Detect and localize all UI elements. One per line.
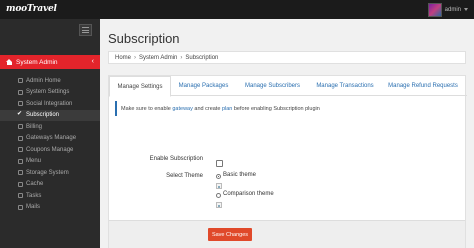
tag-icon: [18, 147, 23, 153]
form-actions: Save Changes: [109, 220, 465, 248]
breadcrumb-current: Subscription: [185, 54, 219, 61]
sidebar-item-label: Menu: [26, 158, 42, 165]
breadcrumb-home[interactable]: Home: [115, 55, 131, 61]
sidebar-item-social-integration[interactable]: Social Integration: [0, 98, 100, 110]
tab-manage-packages[interactable]: Manage Packages: [171, 76, 236, 96]
sidebar-item-system-settings[interactable]: System Settings: [0, 87, 100, 99]
theme-option-comparison: Comparison theme: [223, 191, 274, 197]
tab-manage-subscribers[interactable]: Manage Subscribers: [236, 76, 309, 96]
top-bar: mooTravel admin: [0, 0, 474, 19]
basic-theme-image-icon: [216, 183, 222, 189]
sidebar-menu: Admin Home System Settings Social Integr…: [0, 75, 100, 213]
username[interactable]: admin: [445, 7, 461, 13]
sidebar-item-label: Mails: [26, 204, 41, 211]
sidebar-item-tasks[interactable]: Tasks: [0, 190, 100, 202]
sidebar-item-cache[interactable]: Cache: [0, 179, 100, 191]
chevron-right-icon: ›: [180, 54, 183, 61]
enable-subscription-checkbox[interactable]: [216, 160, 223, 167]
user-menu[interactable]: admin: [427, 2, 468, 17]
enable-subscription-label: Enable Subscription: [149, 156, 203, 162]
task-icon: [18, 193, 23, 199]
theme-radio-comparison[interactable]: [216, 193, 221, 198]
sidebar-item-menu[interactable]: Menu: [0, 156, 100, 168]
sidebar-item-label: Social Integration: [26, 100, 73, 107]
sidebar-item-subscription[interactable]: Subscription: [0, 109, 100, 121]
menu-toggle-icon[interactable]: [79, 24, 92, 36]
breadcrumb: Home › System Admin › Subscription: [108, 51, 466, 64]
chevron-right-icon: ›: [134, 54, 137, 61]
comparison-theme-image-icon: [216, 202, 222, 208]
tab-manage-settings[interactable]: Manage Settings: [109, 76, 171, 97]
home-icon: [18, 78, 23, 84]
home-icon: [6, 59, 13, 65]
sidebar-section-system-admin[interactable]: System Admin ‹: [0, 55, 100, 69]
menu-icon: [18, 158, 23, 164]
gateway-link[interactable]: gateway: [172, 106, 193, 112]
sidebar-item-storage-system[interactable]: Storage System: [0, 167, 100, 179]
sidebar-item-coupons-manage[interactable]: Coupons Manage: [0, 144, 100, 156]
gear-icon: [18, 89, 23, 95]
share-icon: [18, 101, 23, 107]
tab-manage-refund-requests[interactable]: Manage Refund Requests: [381, 76, 465, 96]
sidebar-section-label: System Admin: [16, 58, 58, 66]
select-theme-label: Select Theme: [166, 173, 203, 179]
notice-text-prefix: Make sure to enable: [121, 105, 171, 112]
sidebar-item-label: Coupons Manage: [26, 146, 74, 153]
sidebar-item-label: Gateways Manage: [26, 135, 77, 142]
mail-icon: [18, 204, 23, 210]
check-icon: [17, 110, 23, 118]
sidebar-item-billing[interactable]: Billing: [0, 121, 100, 133]
sidebar-item-label: Subscription: [26, 112, 60, 119]
breadcrumb-system-admin[interactable]: System Admin: [139, 55, 177, 61]
theme-radio-basic[interactable]: [216, 174, 221, 179]
notice-text-suffix: before enabling Subscription plugin: [233, 105, 320, 112]
sidebar-item-label: Cache: [26, 181, 44, 188]
sidebar-item-label: Storage System: [26, 169, 69, 176]
tab-bar: Manage Settings Manage Packages Manage S…: [109, 76, 467, 97]
sidebar-item-label: System Settings: [26, 89, 70, 96]
sidebar: System Admin ‹ Admin Home System Setting…: [0, 19, 100, 248]
chevron-down-icon[interactable]: [464, 8, 468, 11]
theme-option-basic: Basic theme: [223, 172, 257, 178]
save-changes-button[interactable]: Save Changes: [208, 228, 252, 241]
page-title: Subscription: [108, 31, 180, 46]
sidebar-item-mails[interactable]: Mails: [0, 202, 100, 214]
user-avatar-icon[interactable]: [427, 2, 442, 17]
database-icon: [18, 181, 23, 187]
tab-manage-transactions[interactable]: Manage Transactions: [309, 76, 381, 96]
cloud-icon: [18, 170, 23, 176]
sidebar-item-label: Billing: [26, 123, 43, 130]
notice-text-middle: and create: [194, 105, 221, 112]
gear-icon: [18, 135, 23, 141]
settings-panel: Manage Settings Manage Packages Manage S…: [108, 75, 467, 248]
app-logo[interactable]: mooTravel: [6, 4, 57, 14]
chevron-left-icon[interactable]: ‹: [92, 58, 94, 65]
plan-link[interactable]: plan: [222, 106, 232, 112]
sidebar-item-admin-home[interactable]: Admin Home: [0, 75, 100, 87]
card-icon: [18, 124, 23, 130]
sidebar-item-gateways-manage[interactable]: Gateways Manage: [0, 133, 100, 145]
sidebar-item-label: Tasks: [26, 192, 42, 199]
main-content: Subscription Home › System Admin › Subsc…: [100, 19, 474, 248]
plugin-notice: Make sure to enable gateway and create p…: [115, 101, 461, 116]
sidebar-item-label: Admin Home: [26, 77, 61, 84]
